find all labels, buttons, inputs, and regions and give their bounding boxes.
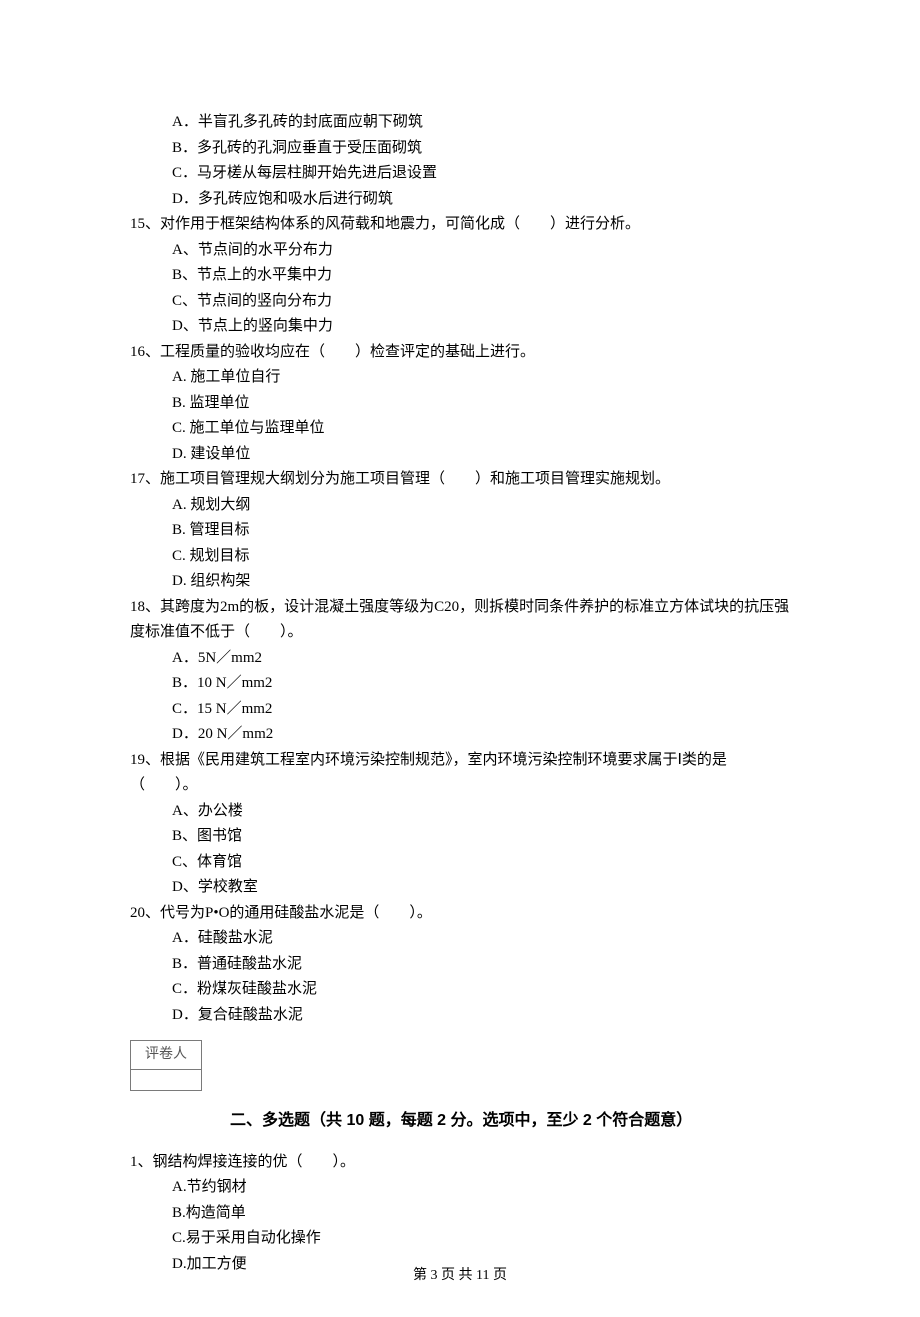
option-text: A. 施工单位自行 <box>172 365 790 391</box>
option-text: B.构造简单 <box>172 1201 790 1227</box>
option-text: D. 建设单位 <box>172 442 790 468</box>
options-block: A、办公楼 B、图书馆 C、体育馆 D、学校教室 <box>130 799 790 901</box>
option-text: A．半盲孔多孔砖的封底面应朝下砌筑 <box>172 110 790 136</box>
scorer-label: 评卷人 <box>131 1041 202 1070</box>
section-title: 二、多选题（共 10 题，每题 2 分。选项中，至少 2 个符合题意） <box>230 1107 790 1134</box>
option-text: B．普通硅酸盐水泥 <box>172 952 790 978</box>
option-text: C．粉煤灰硅酸盐水泥 <box>172 977 790 1003</box>
option-text: D．20 N／mm2 <box>172 722 790 748</box>
option-text: B．多孔砖的孔洞应垂直于受压面砌筑 <box>172 136 790 162</box>
question-stem: 18、其跨度为2m的板，设计混凝土强度等级为C20，则拆模时同条件养护的标准立方… <box>130 595 790 646</box>
option-text: D．复合硅酸盐水泥 <box>172 1003 790 1029</box>
option-text: C. 施工单位与监理单位 <box>172 416 790 442</box>
question-stem: 20、代号为P•O的通用硅酸盐水泥是（ ）。 <box>130 901 790 927</box>
options-block: A、节点间的水平分布力 B、节点上的水平集中力 C、节点间的竖向分布力 D、节点… <box>130 238 790 340</box>
option-text: D、节点上的竖向集中力 <box>172 314 790 340</box>
question-stem: 19、根据《民用建筑工程室内环境污染控制规范》，室内环境污染控制环境要求属于Ⅰ类… <box>130 748 790 799</box>
prev-question-options: A．半盲孔多孔砖的封底面应朝下砌筑 B．多孔砖的孔洞应垂直于受压面砌筑 C．马牙… <box>130 110 790 212</box>
question-stem: 15、对作用于框架结构体系的风荷载和地震力，可简化成（ ）进行分析。 <box>130 212 790 238</box>
page-footer: 第 3 页 共 11 页 <box>0 1264 920 1288</box>
options-block: A.节约钢材 B.构造简单 C.易于采用自动化操作 D.加工方便 <box>130 1175 790 1277</box>
question-stem: 16、工程质量的验收均应在（ ）检查评定的基础上进行。 <box>130 340 790 366</box>
scorer-box: 评卷人 <box>130 1040 790 1091</box>
option-text: B．10 N／mm2 <box>172 671 790 697</box>
option-text: A.节约钢材 <box>172 1175 790 1201</box>
option-text: A. 规划大纲 <box>172 493 790 519</box>
option-text: D．多孔砖应饱和吸水后进行砌筑 <box>172 187 790 213</box>
options-block: A．5N／mm2 B．10 N／mm2 C．15 N／mm2 D．20 N／mm… <box>130 646 790 748</box>
question-stem: 17、施工项目管理规大纲划分为施工项目管理（ ）和施工项目管理实施规划。 <box>130 467 790 493</box>
scorer-empty-cell <box>131 1069 202 1090</box>
option-text: B、节点上的水平集中力 <box>172 263 790 289</box>
option-text: B. 管理目标 <box>172 518 790 544</box>
options-block: A. 规划大纲 B. 管理目标 C. 规划目标 D. 组织构架 <box>130 493 790 595</box>
option-text: D、学校教室 <box>172 875 790 901</box>
option-text: C．15 N／mm2 <box>172 697 790 723</box>
option-text: D. 组织构架 <box>172 569 790 595</box>
page-container: A．半盲孔多孔砖的封底面应朝下砌筑 B．多孔砖的孔洞应垂直于受压面砌筑 C．马牙… <box>0 0 920 1317</box>
option-text: B. 监理单位 <box>172 391 790 417</box>
question-stem: 1、钢结构焊接连接的优（ ）。 <box>130 1150 790 1176</box>
option-text: C.易于采用自动化操作 <box>172 1226 790 1252</box>
option-text: C、体育馆 <box>172 850 790 876</box>
options-block: A．硅酸盐水泥 B．普通硅酸盐水泥 C．粉煤灰硅酸盐水泥 D．复合硅酸盐水泥 <box>130 926 790 1028</box>
option-text: C．马牙槎从每层柱脚开始先进后退设置 <box>172 161 790 187</box>
options-block: A. 施工单位自行 B. 监理单位 C. 施工单位与监理单位 D. 建设单位 <box>130 365 790 467</box>
option-text: A．硅酸盐水泥 <box>172 926 790 952</box>
option-text: A、办公楼 <box>172 799 790 825</box>
option-text: C. 规划目标 <box>172 544 790 570</box>
option-text: C、节点间的竖向分布力 <box>172 289 790 315</box>
option-text: B、图书馆 <box>172 824 790 850</box>
option-text: A、节点间的水平分布力 <box>172 238 790 264</box>
option-text: A．5N／mm2 <box>172 646 790 672</box>
